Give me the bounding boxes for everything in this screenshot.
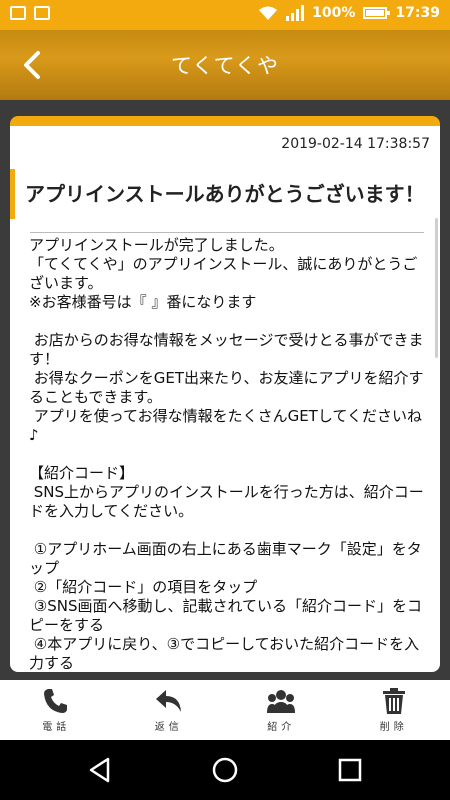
phone-button[interactable]: 電話 [0, 680, 113, 740]
app-header: てくてくや [0, 30, 450, 100]
triangle-back-icon [89, 757, 110, 783]
status-indicators: 100% 17:39 [258, 5, 440, 21]
delete-label: 削除 [379, 722, 408, 733]
circle-home-icon [212, 757, 238, 783]
message-card: 2019-02-14 17:38:57 アプリインストールありがとうございます！… [10, 116, 440, 672]
trash-icon [382, 688, 405, 714]
nav-back-button[interactable] [86, 756, 114, 784]
battery-icon [363, 7, 391, 19]
phone-label: 電話 [42, 722, 71, 733]
system-nav-bar [0, 740, 450, 800]
battery-percent: 100% [312, 5, 356, 21]
introduce-button[interactable]: 紹介 [225, 680, 338, 740]
signal-icon [286, 5, 305, 21]
group-icon [267, 690, 296, 713]
reply-label: 返信 [154, 722, 183, 733]
image-notification-icon [10, 6, 26, 20]
message-date: 2019-02-14 17:38:57 [281, 136, 430, 152]
reply-button[interactable]: 返信 [113, 680, 226, 740]
reply-icon [155, 690, 181, 712]
message-body: アプリインストールが完了しました。 「てくてくや」のアプリインストール、誠にあり… [29, 236, 424, 672]
wifi-icon [259, 6, 278, 20]
phone-icon [44, 689, 68, 713]
nav-home-button[interactable] [211, 756, 239, 784]
status-bar: 100% 17:39 [0, 0, 450, 30]
nav-recents-button[interactable] [336, 756, 364, 784]
action-toolbar: 電話 返信 紹介 削除 [0, 680, 450, 740]
divider [30, 232, 424, 233]
delete-button[interactable]: 削除 [338, 680, 450, 740]
status-notifications [10, 6, 50, 20]
message-title: アプリインストールありがとうございます！ [10, 169, 440, 219]
square-recents-icon [338, 758, 362, 782]
voicemail-notification-icon [34, 6, 50, 20]
page-title: てくてくや [170, 54, 280, 78]
clock: 17:39 [395, 5, 440, 21]
introduce-label: 紹介 [267, 722, 296, 733]
scrollbar[interactable] [435, 218, 438, 358]
